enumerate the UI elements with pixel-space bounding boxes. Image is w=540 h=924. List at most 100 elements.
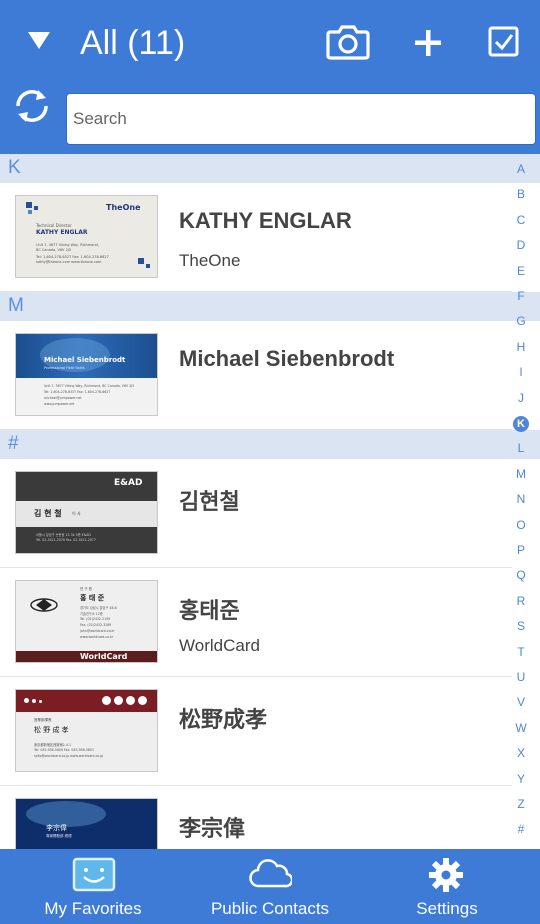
contact-row-li-zong-wei[interactable]: 李宗偉 專案開發部 經理 李宗偉 (0, 786, 512, 849)
select-checkbox-icon[interactable] (480, 18, 528, 66)
index-letter-t[interactable]: T (509, 645, 533, 659)
index-letter-k[interactable]: K (513, 416, 529, 432)
index-letter-n[interactable]: N (509, 492, 533, 506)
contact-company: TheOne (179, 251, 241, 270)
nav-label: Settings (416, 899, 478, 918)
card-text: 営業部課長 (34, 718, 52, 722)
contact-name: KATHY ENGLAR (179, 208, 352, 233)
index-letter-h[interactable]: H (509, 340, 533, 354)
card-text: 연 구 원 (80, 587, 92, 591)
index-letter-x[interactable]: X (509, 746, 533, 760)
card-text: Tel: 1-604-278-6527 Fax: 1-604-278-6627 (36, 255, 109, 259)
index-letter-c[interactable]: C (509, 213, 533, 227)
card-text: Michael Siebenbrodt (44, 356, 126, 364)
contact-name: 홍태준 (179, 598, 240, 623)
nav-public-contacts[interactable]: Public Contacts (186, 849, 354, 924)
index-letter-j[interactable]: J (509, 391, 533, 405)
index-letter-g[interactable]: G (509, 314, 533, 328)
section-header-k: K (0, 154, 540, 183)
business-card-thumbnail: 営業部課長 松 野 成 孝 東京都新宿区西新宿2-4-1 Tel: 045-95… (15, 689, 158, 772)
section-letter: # (8, 433, 19, 454)
card-text: 松 野 成 孝 (34, 726, 69, 734)
contact-name: 李宗偉 (179, 816, 246, 841)
card-text: 기술연구소 12층 (80, 612, 103, 616)
index-letter-hash[interactable]: # (509, 822, 533, 836)
contact-row-kathy-englar[interactable]: TheOne Technical Director KATHY ENGLAR U… (0, 183, 512, 292)
card-text: 김 현 철 (34, 509, 62, 518)
index-letter-s[interactable]: S (509, 619, 533, 633)
card-text: 경기도 성남시 분당구 48-8 (80, 606, 117, 610)
index-letter-r[interactable]: R (509, 594, 533, 608)
card-banner (16, 690, 157, 712)
index-letter-p[interactable]: P (509, 543, 533, 557)
add-icon[interactable] (404, 18, 452, 66)
card-text: www.jumpower.net (44, 402, 75, 406)
page-title[interactable]: All (11) (80, 20, 185, 66)
index-letter-d[interactable]: D (509, 238, 533, 252)
card-decoration (39, 700, 42, 703)
card-decoration (34, 206, 38, 210)
section-header-m: M (0, 292, 540, 321)
card-text: BC Canada, V6V 2J5 (36, 248, 72, 252)
dropdown-arrow-icon[interactable] (28, 32, 50, 50)
card-decoration (28, 210, 32, 214)
business-card-thumbnail: E&AD 김 현 철 이 사 서울시 강남구 논현동 12-34 5층 E&AD… (15, 471, 158, 554)
index-letter-m[interactable]: M (509, 467, 533, 481)
card-text: 서울시 강남구 논현동 12-34 5층 E&AD (36, 533, 91, 537)
search-box[interactable] (66, 93, 536, 145)
search-input[interactable] (67, 94, 535, 144)
card-decoration (24, 698, 29, 703)
contact-list[interactable]: K TheOne Technical Director KATHY ENGLAR… (0, 154, 540, 849)
section-letter: K (8, 157, 21, 178)
nav-label: Public Contacts (210, 899, 330, 918)
index-letter-v[interactable]: V (509, 695, 533, 709)
index-letter-o[interactable]: O (509, 518, 533, 532)
index-letter-q[interactable]: Q (509, 568, 533, 582)
camera-icon[interactable] (324, 18, 372, 66)
top-bar: All (11) (0, 0, 540, 154)
smiley-face-icon (72, 857, 116, 892)
card-text: Tel. (02)2432-2199 (80, 617, 111, 621)
index-letter-a[interactable]: A (509, 162, 533, 176)
contact-row-kim-hyeon-cheol[interactable]: E&AD 김 현 철 이 사 서울시 강남구 논현동 12-34 5층 E&AD… (0, 459, 512, 568)
card-decoration (146, 264, 150, 268)
card-text: KATHY ENGLAR (36, 229, 88, 236)
cloud-icon (249, 859, 292, 888)
index-letter-z[interactable]: Z (509, 797, 533, 811)
nav-settings[interactable]: Settings (354, 849, 540, 924)
index-letter-i[interactable]: I (509, 365, 533, 379)
index-letter-y[interactable]: Y (509, 772, 533, 786)
card-brand: E&AD (114, 478, 143, 488)
card-text: Tel: 045-956-5600 Fax: 045-956-5601 (34, 748, 94, 752)
card-text: 東京都新宿区西新宿2-4-1 (34, 743, 72, 747)
index-letter-f[interactable]: F (509, 289, 533, 303)
card-decoration (26, 202, 32, 208)
nav-my-favorites[interactable]: My Favorites (0, 849, 186, 924)
section-letter: M (8, 295, 24, 316)
card-brand: TheOne (106, 203, 141, 212)
card-text: 李宗偉 (46, 824, 67, 832)
card-text: Professional Field Sales (44, 366, 85, 370)
card-decoration (138, 258, 144, 264)
gear-icon (429, 858, 463, 892)
contact-row-hong-tae-jun[interactable]: 연 구 원 홍 태 준 경기도 성남시 분당구 48-8 기술연구소 12층 T… (0, 568, 512, 677)
contact-row-michael-siebenbrodt[interactable]: Michael Siebenbrodt Professional Field S… (0, 321, 512, 430)
section-header-hash: # (0, 430, 540, 459)
contact-name: 김현철 (179, 489, 240, 514)
contact-row-matsuno[interactable]: 営業部課長 松 野 成 孝 東京都新宿区西新宿2-4-1 Tel: 045-95… (0, 677, 512, 786)
sync-icon[interactable] (10, 84, 54, 128)
card-text: Unit 7, 3677 Viking Way, Richmond, BC Ca… (44, 384, 135, 388)
index-letter-b[interactable]: B (509, 187, 533, 201)
contact-name: Michael Siebenbrodt (179, 346, 395, 371)
index-letter-u[interactable]: U (509, 670, 533, 684)
index-letter-e[interactable]: E (509, 264, 533, 278)
index-letter-l[interactable]: L (509, 441, 533, 455)
business-card-thumbnail: 李宗偉 專案開發部 經理 (15, 798, 158, 849)
card-logo-icon (30, 598, 58, 612)
business-card-thumbnail: Michael Siebenbrodt Professional Field S… (15, 333, 158, 416)
card-text: Tel. 02-3421-2076 Fax. 02-3421-2077 (36, 538, 96, 542)
card-text: Technical Director (36, 223, 72, 228)
nav-label: My Favorites (44, 899, 142, 918)
card-decoration (102, 696, 111, 705)
index-letter-w[interactable]: W (509, 721, 533, 735)
